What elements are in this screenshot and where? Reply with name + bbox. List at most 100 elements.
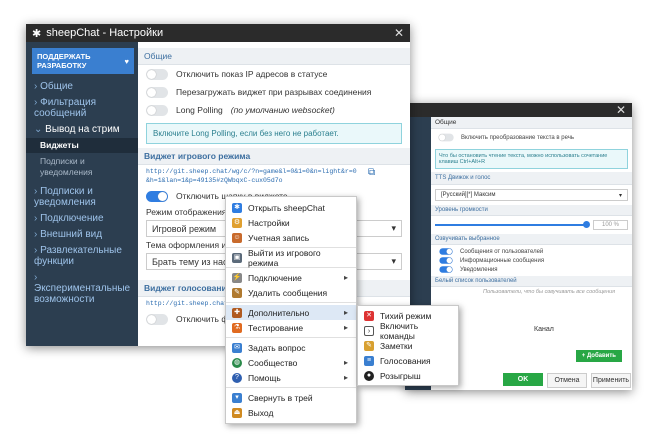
- sidebar-item-general[interactable]: Общие: [26, 80, 138, 93]
- hide-ip-toggle[interactable]: [146, 68, 168, 80]
- separator: [226, 387, 356, 388]
- sidebar-item-appearance[interactable]: Внешний вид: [26, 228, 138, 241]
- menu-delete-label: Удалить сообщения: [248, 287, 328, 298]
- menu-exit-game-label: Выйти из игрового режима: [248, 247, 321, 268]
- reload-widget-toggle[interactable]: [146, 86, 168, 98]
- menu-account[interactable]: ☺ Учетная запись: [226, 230, 356, 245]
- sidebar-item-subs[interactable]: Подписки и уведомления: [26, 185, 138, 209]
- submenu-polls[interactable]: ≡ Голосования: [358, 353, 458, 368]
- hide-header-toggle[interactable]: [146, 190, 168, 202]
- tts-info: Что бы остановить чтение текста, можно и…: [435, 149, 628, 169]
- chevron-down-icon: ▾: [391, 256, 396, 266]
- flask-icon: ⚗: [232, 322, 242, 333]
- globe-icon: ◍: [232, 357, 242, 368]
- menu-exit[interactable]: ⏏ Выход: [226, 405, 356, 420]
- chevron-right-icon: ▸: [343, 273, 348, 282]
- volume-slider[interactable]: [435, 221, 590, 228]
- menu-help-label: Помощь: [248, 372, 281, 383]
- add-button-label: Добавить: [586, 353, 616, 359]
- chevron-right-icon: ▸: [343, 323, 348, 332]
- terminal-icon: ›: [364, 325, 374, 336]
- minimize-icon: ▾: [232, 392, 242, 403]
- volume-value: 100 %: [592, 220, 628, 230]
- menu-exit-game[interactable]: ▣ Выйти из игрового режима: [226, 247, 356, 268]
- submenu-polls-label: Голосования: [380, 355, 431, 366]
- chat-icon: ✉: [232, 342, 242, 353]
- sidebar-item-subs-sub[interactable]: Подписки и уведомления: [26, 155, 138, 179]
- tts-select[interactable]: [Русский][*] Максим ▾: [435, 189, 628, 201]
- plug-icon: ⚡: [232, 272, 242, 283]
- submenu-giveaway[interactable]: ● Розыгрыш: [358, 368, 458, 383]
- voice-notify-label: Уведомления: [460, 266, 498, 273]
- gear-icon: ✱: [32, 27, 42, 40]
- menu-community[interactable]: ◍ Сообщество ▸: [226, 355, 356, 370]
- menu-delete[interactable]: ✎ Удалить сообщения: [226, 285, 356, 300]
- tts-label: TTS Движок и голос: [431, 172, 632, 185]
- menu-connection-label: Подключение: [248, 272, 302, 283]
- apply-button[interactable]: Применить: [591, 373, 631, 388]
- gear-icon: ⚙: [232, 217, 242, 228]
- sidebar-item-stream[interactable]: Вывод на стрим: [26, 123, 138, 136]
- sidebar-item-connection[interactable]: Подключение: [26, 212, 138, 225]
- section-game-widget: Виджет игрового режима: [138, 148, 410, 165]
- menu-open[interactable]: ✱ Открыть sheepChat: [226, 200, 356, 215]
- titlebar: ✕: [405, 103, 632, 117]
- chevron-right-icon: ▸: [343, 358, 348, 367]
- chevron-right-icon: ▸: [343, 373, 348, 382]
- close-icon[interactable]: ✕: [616, 103, 626, 117]
- disable-voice-toggle[interactable]: [146, 313, 168, 325]
- ok-button[interactable]: OK: [503, 373, 543, 386]
- help-icon: ?: [232, 372, 242, 383]
- sidebar-item-experimental[interactable]: Экспериментальные возможности: [26, 271, 138, 306]
- mute-icon: ✕: [364, 310, 374, 321]
- long-polling-toggle[interactable]: [146, 104, 168, 116]
- menu-connection[interactable]: ⚡ Подключение ▸: [226, 270, 356, 285]
- long-polling-label: Long Polling: [176, 105, 223, 115]
- column-channel: Канал: [534, 326, 554, 333]
- voice-info-label: Информационные сообщения: [460, 257, 545, 264]
- cancel-button[interactable]: Отмена: [547, 373, 587, 388]
- chevron-right-icon: ▸: [343, 308, 348, 317]
- context-menu: ✱ Открыть sheepChat ⚙ Настройки ☺ Учетная з…: [225, 196, 357, 424]
- chevron-down-icon: ▾: [618, 192, 622, 199]
- menu-tray-label: Свернуть в трей: [248, 392, 313, 403]
- sheep-icon: ✱: [232, 202, 242, 213]
- menu-settings[interactable]: ⚙ Настройки: [226, 215, 356, 230]
- menu-settings-label: Настройки: [248, 217, 290, 228]
- tts-value: [Русский][*] Максим: [441, 192, 496, 198]
- copy-icon[interactable]: ⧉: [368, 167, 375, 178]
- sidebar-item-filter[interactable]: Фильтрация сообщений: [26, 96, 138, 120]
- reload-widget-label: Перезагружать виджет при разрывах соедин…: [176, 87, 372, 97]
- donate-label: ПОДДЕРЖАТЬ РАЗРАБОТКУ: [37, 52, 91, 70]
- long-polling-info: Включите Long Polling, если без него не …: [146, 123, 402, 144]
- mode-value: Игровой режим: [152, 223, 217, 234]
- voice-info-toggle[interactable]: [439, 257, 453, 264]
- dice-icon: ●: [364, 370, 374, 381]
- sidebar-item-widgets[interactable]: Виджеты: [26, 138, 138, 153]
- menu-additional[interactable]: ✚ Дополнительно ▸: [226, 305, 356, 320]
- submenu-additional: ✕ Тихий режим › Включить команды ✎ Заметки …: [357, 305, 459, 386]
- menu-open-label: Открыть sheepChat: [248, 202, 325, 213]
- menu-testing[interactable]: ⚗ Тестирование ▸: [226, 320, 356, 335]
- voice-users-toggle[interactable]: [439, 248, 453, 255]
- chevron-down-icon: ▾: [391, 223, 396, 233]
- game-widget-url[interactable]: http://git.sheep.chat/wg/c/?n=game&l=0&1…: [138, 165, 368, 187]
- menu-ask[interactable]: ✉ Задать вопрос: [226, 340, 356, 355]
- close-icon[interactable]: ✕: [394, 26, 404, 40]
- broom-icon: ✎: [232, 287, 242, 298]
- donate-button[interactable]: ПОДДЕРЖАТЬ РАЗРАБОТКУ ♥: [32, 48, 134, 74]
- voice-notify-toggle[interactable]: [439, 266, 453, 273]
- submenu-notes[interactable]: ✎ Заметки: [358, 338, 458, 353]
- disable-voice-label: Отключить ф: [176, 314, 229, 324]
- voice-label: Озвучивать выбранное: [431, 234, 632, 245]
- menu-help[interactable]: ? Помощь ▸: [226, 370, 356, 385]
- menu-exit-label: Выход: [248, 407, 274, 418]
- menu-community-label: Сообщество: [248, 357, 298, 368]
- window-title: sheepChat - Настройки: [46, 27, 164, 39]
- sidebar-item-fun[interactable]: Развлекательные функции: [26, 244, 138, 268]
- add-user-button[interactable]: + Добавить: [575, 350, 622, 362]
- submenu-commands[interactable]: › Включить команды: [358, 321, 458, 341]
- notes-icon: ✎: [364, 340, 374, 351]
- menu-tray[interactable]: ▾ Свернуть в трей: [226, 390, 356, 405]
- tts-toggle[interactable]: [438, 133, 454, 142]
